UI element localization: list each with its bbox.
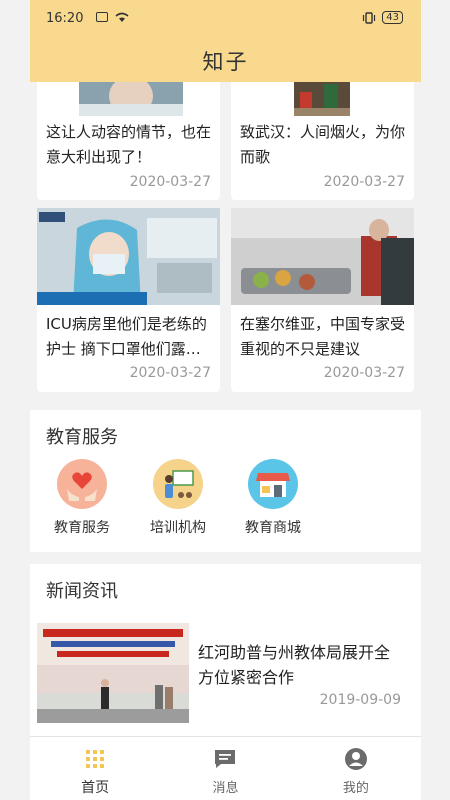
article-title: ICU病房里他们是老练的护士 摘下口罩他们露… <box>46 315 207 358</box>
article-date: 2020-03-27 <box>129 365 211 381</box>
section-title: 新闻资讯 <box>46 581 118 602</box>
tab-profile[interactable]: 我的 <box>291 737 421 800</box>
store-icon <box>248 459 298 509</box>
user-icon <box>291 747 421 771</box>
news-title[interactable]: 红河助普与州教体局展开全方位紧密合作 <box>198 640 400 690</box>
article-title: 这让人动容的情节，也在意大利出现了！ <box>46 123 212 166</box>
article-title: 致武汉：人间烟火，为你而歌 <box>240 123 406 166</box>
service-label: 培训机构 <box>150 520 206 536</box>
article-card[interactable]: ICU病房里他们是老练的护士 摘下口罩他们露… 2020-03-27 <box>37 208 220 392</box>
article-image <box>79 82 183 116</box>
app-header: 知子 <box>30 38 421 82</box>
main-content[interactable]: 这让人动容的情节，也在意大利出现了！ 2020-03-27 致武汉：人间烟火，为… <box>30 82 421 736</box>
article-card[interactable]: 在塞尔维亚，中国专家受重视的不只是建议 2020-03-27 <box>231 208 414 392</box>
article-card[interactable]: 致武汉：人间烟火，为你而歌 2020-03-27 <box>231 82 414 200</box>
section-title: 教育服务 <box>46 427 118 448</box>
message-icon <box>160 747 290 771</box>
battery-level: 43 <box>382 11 403 24</box>
service-item-training[interactable]: 培训机构 <box>138 459 218 537</box>
status-icons <box>96 11 130 23</box>
hands-heart-icon <box>57 459 107 509</box>
service-item-education[interactable]: 教育服务 <box>42 459 122 537</box>
article-date: 2020-03-27 <box>323 174 405 190</box>
news-date: 2019-09-09 <box>319 692 401 708</box>
news-image[interactable] <box>37 623 189 723</box>
tab-messages[interactable]: 消息 <box>160 737 290 800</box>
tab-bar: 首页 消息 我的 <box>30 736 421 800</box>
status-bar: 16:20 43 <box>30 0 421 38</box>
article-date: 2020-03-27 <box>323 365 405 381</box>
service-label: 教育商城 <box>245 520 301 536</box>
status-time: 16:20 <box>46 11 84 26</box>
article-image <box>294 82 350 116</box>
tab-label: 消息 <box>212 781 239 796</box>
service-label: 教育服务 <box>54 520 110 536</box>
page-title: 知子 <box>202 50 249 74</box>
article-date: 2020-03-27 <box>129 174 211 190</box>
article-card[interactable]: 这让人动容的情节，也在意大利出现了！ 2020-03-27 <box>37 82 220 200</box>
tab-home[interactable]: 首页 <box>30 737 160 800</box>
wifi-icon <box>115 12 129 22</box>
article-image <box>37 208 220 305</box>
vibrate-icon <box>363 11 376 24</box>
tab-label: 我的 <box>342 781 369 796</box>
grid-icon <box>30 747 160 771</box>
tab-label: 首页 <box>81 780 110 796</box>
teacher-board-icon <box>153 459 203 509</box>
article-title: 在塞尔维亚，中国专家受重视的不只是建议 <box>240 315 406 358</box>
service-item-store[interactable]: 教育商城 <box>233 459 313 537</box>
notification-icon <box>96 12 108 22</box>
status-right: 43 <box>362 11 403 24</box>
app-frame: 16:20 43 知子 这让人动容的情节，也在意大利出现了！ 2020-03-2… <box>30 0 421 800</box>
article-image <box>231 208 414 305</box>
